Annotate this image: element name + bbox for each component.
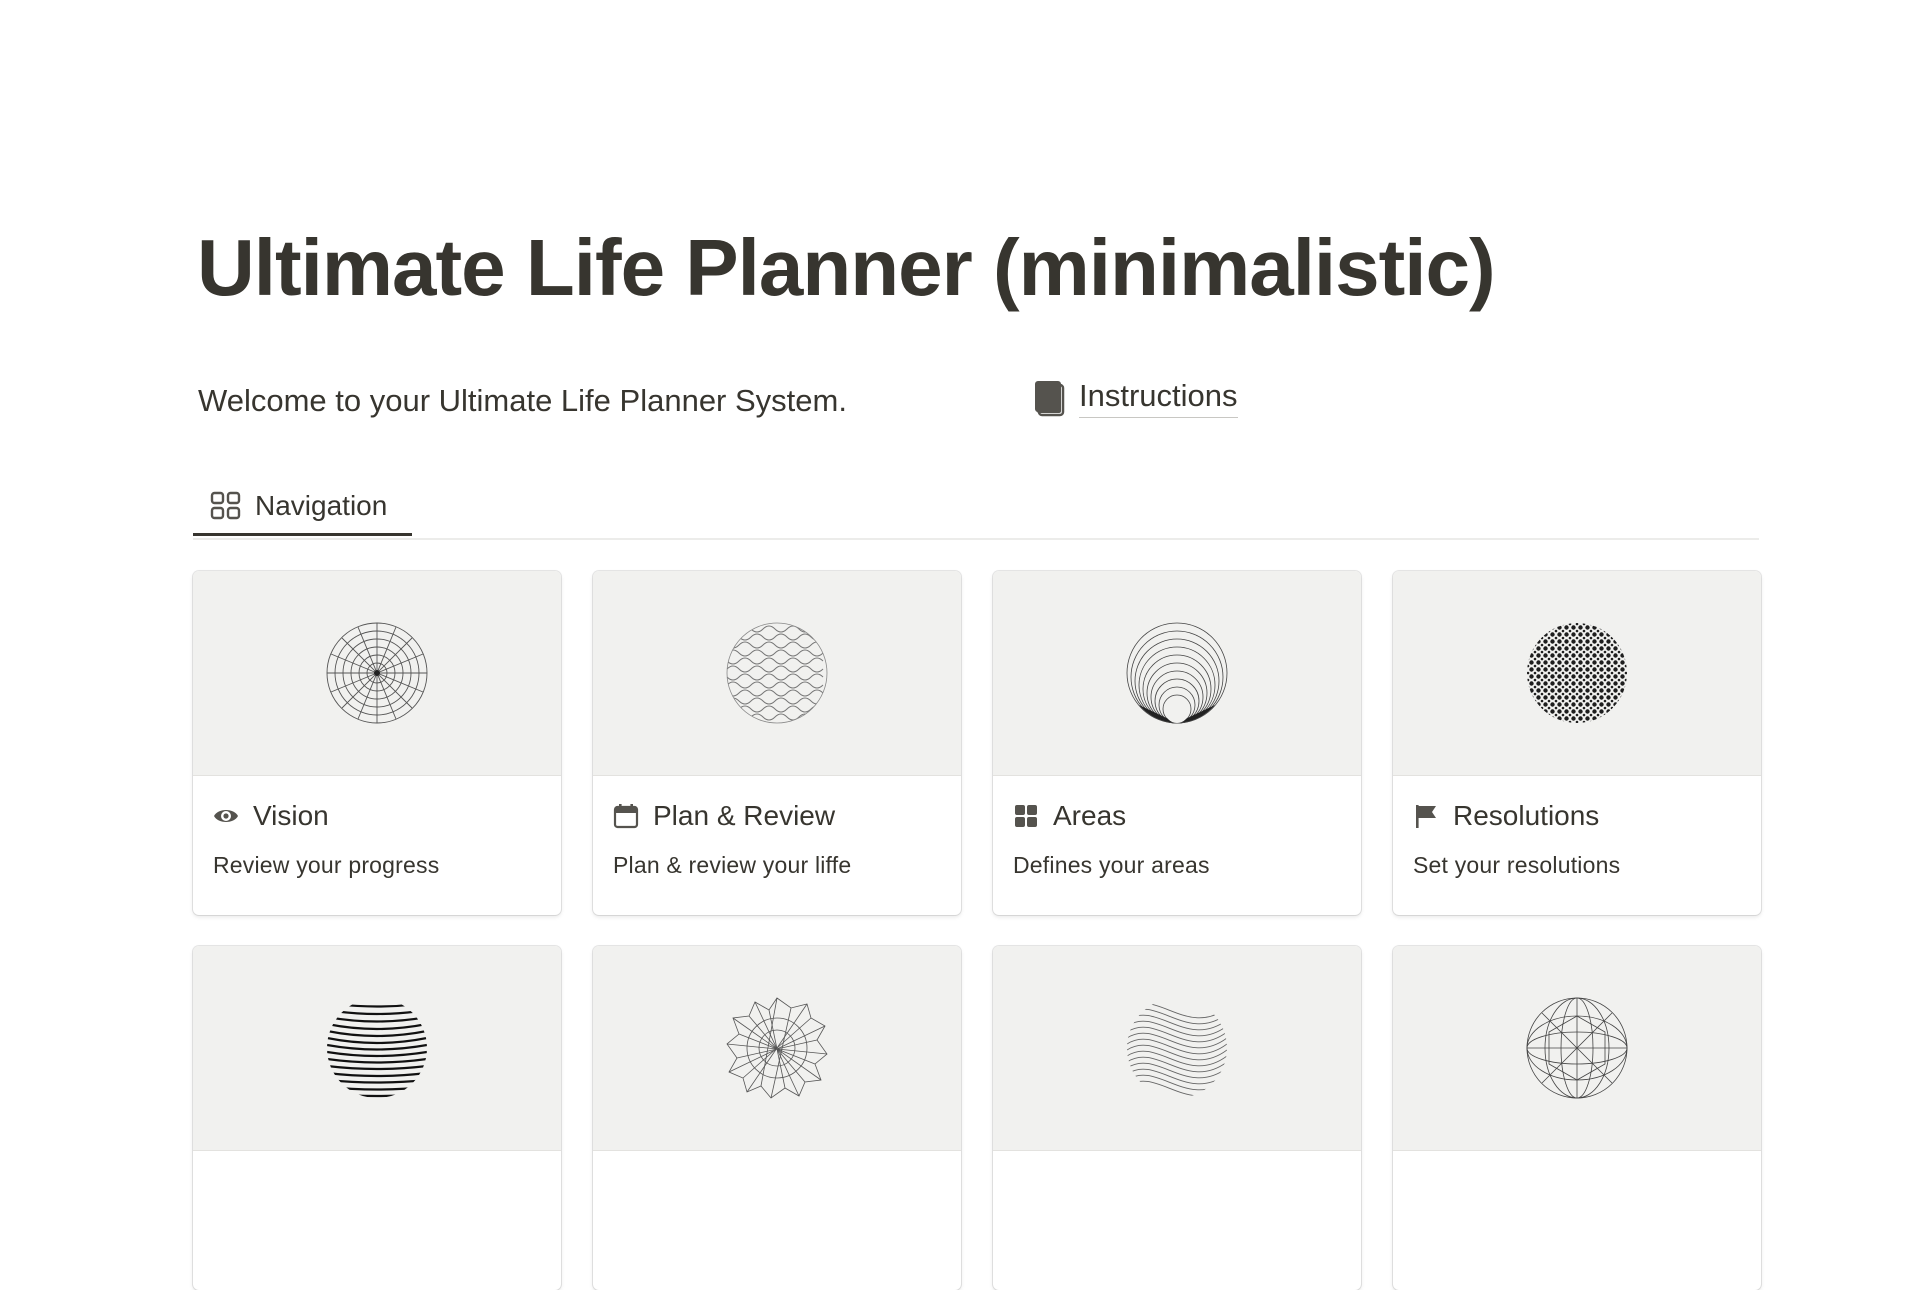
gallery-card[interactable]	[1393, 946, 1761, 1290]
flag-icon	[1416, 805, 1436, 828]
card-cover	[993, 946, 1361, 1151]
wave-sphere-illustration	[1127, 1002, 1227, 1097]
card-description: Set your resolutions	[1413, 852, 1621, 878]
card-cover	[1393, 571, 1761, 776]
striped-sphere-illustration	[327, 1001, 427, 1098]
gallery-card-plan-review[interactable]: Plan & Review Plan & review your liffe	[593, 571, 961, 915]
instructions-label: Instructions	[1079, 378, 1238, 418]
card-title: Plan & Review	[653, 800, 836, 831]
maze-sphere-illustration	[726, 622, 828, 724]
card-title: Resolutions	[1453, 800, 1600, 831]
card-cover	[993, 571, 1361, 776]
card-cover	[193, 946, 561, 1151]
wireframe-spiky-sphere-illustration	[726, 997, 828, 1099]
eye-icon	[214, 810, 238, 822]
instructions-link[interactable]: Instructions	[1033, 378, 1238, 418]
gallery-card[interactable]	[993, 946, 1361, 1290]
polar-grid-sphere-illustration	[326, 622, 428, 724]
card-cover	[193, 571, 561, 776]
nested-circles-sphere-illustration	[1126, 622, 1228, 724]
welcome-text: Welcome to your Ultimate Life Planner Sy…	[198, 383, 847, 418]
gallery-card-vision[interactable]: Vision Review your progress	[193, 571, 561, 915]
view-tabs: Navigation	[193, 478, 1759, 540]
card-title: Areas	[1053, 800, 1127, 831]
card-cover	[1393, 946, 1761, 1151]
gallery-card-areas[interactable]: Areas Defines your areas	[993, 571, 1361, 915]
gallery-grid-icon	[210, 491, 241, 520]
calendar-icon	[613, 804, 639, 829]
card-description: Plan & review your liffe	[613, 852, 852, 878]
gallery-card[interactable]	[193, 946, 561, 1290]
card-description: Defines your areas	[1013, 852, 1210, 878]
gallery-card[interactable]	[593, 946, 961, 1290]
page-title: Ultimate Life Planner (minimalistic)	[197, 223, 1496, 312]
gallery-view: Vision Review your progress Plan & Revie…	[193, 571, 1761, 1290]
card-title: Vision	[253, 800, 329, 831]
card-cover	[593, 571, 961, 776]
geodesic-sphere-illustration	[1526, 997, 1628, 1099]
gallery-card-resolutions[interactable]: Resolutions Set your resolutions	[1393, 571, 1761, 915]
card-description: Review your progress	[213, 852, 440, 878]
tab-label: Navigation	[255, 489, 388, 521]
dotted-sphere-illustration	[1527, 623, 1627, 723]
grid-squares-icon	[1015, 805, 1037, 827]
book-icon	[1035, 381, 1065, 417]
card-cover	[593, 946, 961, 1151]
tab-navigation[interactable]: Navigation	[193, 478, 412, 536]
